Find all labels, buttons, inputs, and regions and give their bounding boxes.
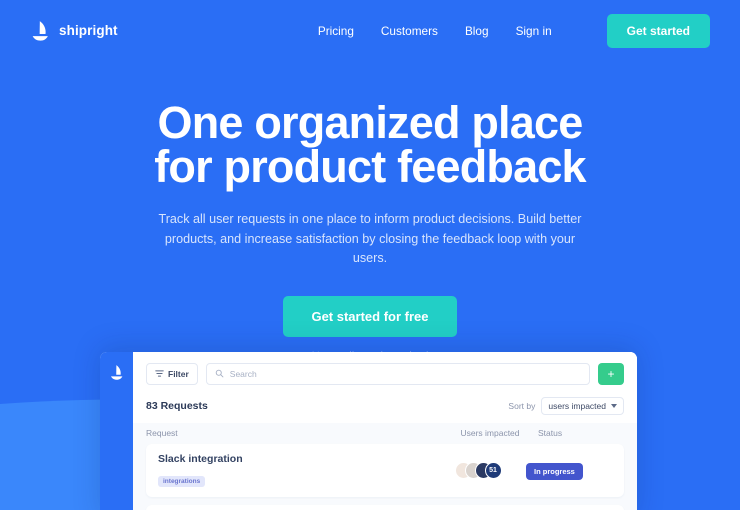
users-impacted-count: 51 [484,462,502,479]
plus-icon: + [607,367,615,381]
table-row[interactable]: CSV export for projects 36 Open [146,505,624,510]
app-toolbar: Filter Search + [133,352,637,393]
nav-link-customers[interactable]: Customers [381,24,438,38]
app-preview-window: Filter Search + 83 Requests Sort by user… [100,352,637,510]
nav-link-pricing[interactable]: Pricing [318,24,354,38]
app-sidebar [100,352,133,510]
request-list: Slack integration integrations 51 In pro… [133,444,637,510]
requests-count: 83 Requests [146,400,208,412]
sailboat-icon [109,364,124,381]
column-header-users-impacted: Users impacted [460,428,520,438]
app-main-panel: Filter Search + 83 Requests Sort by user… [133,352,637,510]
filter-button-label: Filter [168,369,189,379]
nav-link-blog[interactable]: Blog [465,24,489,38]
search-placeholder: Search [229,369,257,379]
status-badge[interactable]: In progress [526,463,583,480]
top-navbar: shipright Pricing Customers Blog Sign in… [0,0,740,61]
status-cell: In progress [526,461,612,480]
hero-subheadline: Track all user requests in one place to … [158,212,582,265]
get-started-button[interactable]: Get started [606,13,710,48]
users-impacted-avatars: 51 [430,462,526,479]
sort-by-dropdown[interactable]: users impacted [541,397,624,415]
search-input[interactable]: Search [205,363,590,385]
request-tag[interactable]: integrations [158,476,206,487]
nav-link-sign-in[interactable]: Sign in [516,24,552,38]
column-header-status: Status [538,428,563,438]
chevron-down-icon [611,404,617,408]
filter-icon [155,365,164,383]
brand-logo[interactable]: shipright [30,20,118,42]
add-request-button[interactable]: + [598,363,624,385]
app-subbar: 83 Requests Sort by users impacted [133,393,637,423]
column-header-request: Request [146,428,178,438]
sort-by-label: Sort by [508,401,536,411]
hero-section: One organized place for product feedback… [0,61,740,363]
sort-control-group: Sort by users impacted [508,397,624,415]
request-title: Slack integration [158,453,243,465]
hero-headline: One organized place for product feedback [154,97,586,192]
table-row[interactable]: Slack integration integrations 51 In pro… [146,444,624,497]
get-started-for-free-button[interactable]: Get started for free [283,295,457,337]
sailboat-icon [30,20,50,42]
nav-links: Pricing Customers Blog Sign in Get start… [318,13,710,48]
request-cell: Slack integration integrations [158,453,430,488]
filter-button[interactable]: Filter [146,363,198,385]
brand-name: shipright [59,23,118,38]
search-icon [215,365,224,383]
sort-by-value: users impacted [548,401,606,411]
table-header-row: Request Users impacted Status [133,423,637,444]
